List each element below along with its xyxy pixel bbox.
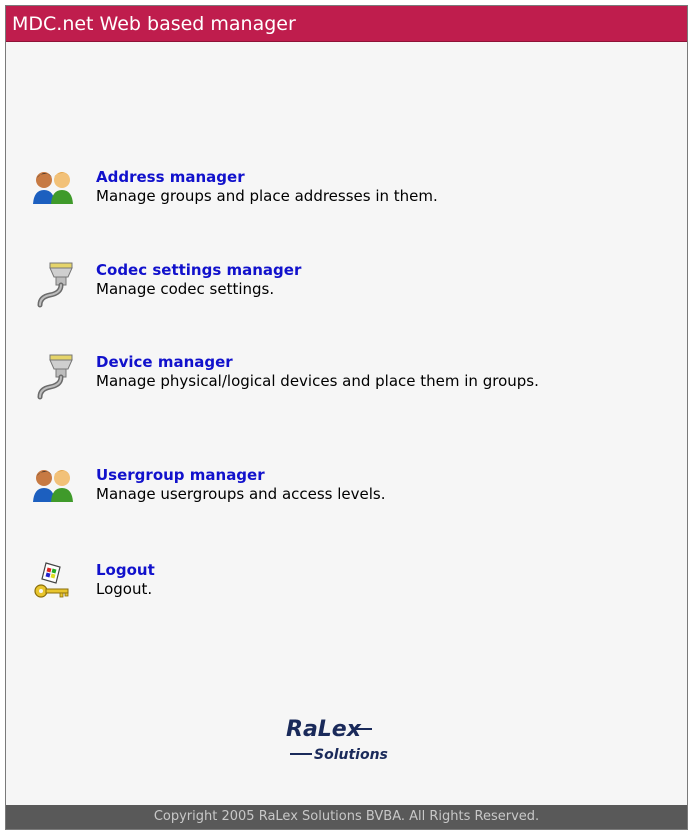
logo-line1: RaLex bbox=[286, 717, 362, 742]
menu-item-address-manager[interactable]: Address manager Manage groups and place … bbox=[32, 168, 616, 214]
ralex-solutions-logo: RaLex Solutions bbox=[284, 708, 424, 768]
menu-item-description: Logout. bbox=[96, 580, 153, 598]
menu-item-codec-settings-manager[interactable]: Codec settings manager Manage codec sett… bbox=[32, 261, 616, 308]
copyright-footer: Copyright 2005 RaLex Solutions BVBA. All… bbox=[6, 805, 687, 829]
codec-settings-manager-link[interactable]: Codec settings manager bbox=[96, 261, 616, 280]
menu-item-description: Manage physical/logical devices and plac… bbox=[96, 372, 539, 390]
menu-item-description: Manage groups and place addresses in the… bbox=[96, 187, 438, 205]
users-icon bbox=[32, 168, 76, 214]
app-window: MDC.net Web based manager Address manage… bbox=[5, 5, 688, 830]
connector-cable-icon bbox=[32, 353, 76, 400]
device-manager-link[interactable]: Device manager bbox=[96, 353, 616, 372]
key-icon bbox=[32, 561, 76, 607]
logo-line2: Solutions bbox=[314, 747, 388, 763]
menu-item-description: Manage usergroups and access levels. bbox=[96, 485, 386, 503]
menu-item-logout[interactable]: Logout Logout. bbox=[32, 561, 616, 607]
users-icon bbox=[32, 466, 76, 512]
connector-cable-icon bbox=[32, 261, 76, 308]
usergroup-manager-link[interactable]: Usergroup manager bbox=[96, 466, 616, 485]
menu-item-description: Manage codec settings. bbox=[96, 280, 275, 298]
menu-item-usergroup-manager[interactable]: Usergroup manager Manage usergroups and … bbox=[32, 466, 616, 512]
logout-link[interactable]: Logout bbox=[96, 561, 616, 580]
menu-item-device-manager[interactable]: Device manager Manage physical/logical d… bbox=[32, 353, 616, 400]
page-title: MDC.net Web based manager bbox=[6, 6, 687, 42]
address-manager-link[interactable]: Address manager bbox=[96, 168, 616, 187]
